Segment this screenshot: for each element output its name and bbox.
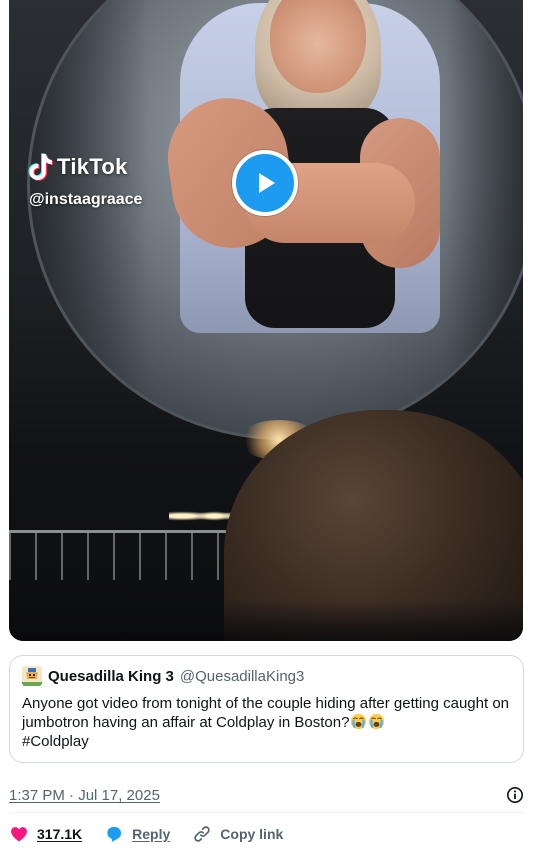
copy-link-label[interactable]: Copy link [220, 826, 283, 842]
quoted-tweet[interactable]: Quesadilla King 3 @QuesadillaKing3 Anyon… [9, 655, 524, 763]
play-icon [259, 173, 275, 193]
like-count[interactable]: 317.1K [37, 826, 82, 842]
tiktok-watermark: TikTok @instaagraace [27, 152, 142, 209]
quoted-author-name[interactable]: Quesadilla King 3 [48, 668, 174, 685]
loudly-crying-face-icon [351, 713, 367, 730]
stage-railing [9, 530, 249, 580]
like-button[interactable]: 317.1K [9, 824, 82, 844]
quoted-tweet-header: Quesadilla King 3 @QuesadillaKing3 [22, 666, 511, 686]
tweet-timestamp[interactable]: 1:37 PM · Jul 17, 2025 [9, 787, 160, 804]
watermark-brand: TikTok [57, 154, 128, 179]
quoted-tweet-hashtag[interactable]: #Coldplay [22, 733, 89, 750]
heart-icon [11, 827, 27, 842]
copy-link-button[interactable]: Copy link [192, 824, 283, 844]
tweet-video[interactable]: TikTok @instaagraace [9, 0, 523, 641]
quoted-tweet-body: Anyone got video from tonight of the cou… [22, 695, 510, 731]
jumbotron-screen [27, 0, 523, 440]
screen-shadow-right [446, 0, 523, 437]
crowd-shadow [9, 600, 523, 641]
screen-shadow-left [30, 0, 150, 437]
reply-button[interactable]: Reply [104, 824, 170, 844]
tweet-meta-row: 1:37 PM · Jul 17, 2025 [9, 786, 524, 804]
tweet-actions: 317.1K Reply Copy link [9, 823, 305, 845]
tiktok-logo-icon [28, 153, 53, 181]
info-icon[interactable] [506, 786, 524, 804]
link-icon [194, 826, 210, 842]
reply-label[interactable]: Reply [132, 826, 170, 842]
loudly-crying-face-icon [369, 713, 385, 730]
reply-bubble-icon [107, 826, 122, 842]
avatar-icon[interactable] [22, 666, 42, 686]
quoted-tweet-text: Anyone got video from tonight of the cou… [22, 694, 512, 751]
watermark-handle: @instaagraace [29, 191, 143, 208]
play-button[interactable] [232, 150, 298, 216]
divider [9, 812, 524, 813]
quoted-author-handle[interactable]: @QuesadillaKing3 [180, 668, 304, 685]
